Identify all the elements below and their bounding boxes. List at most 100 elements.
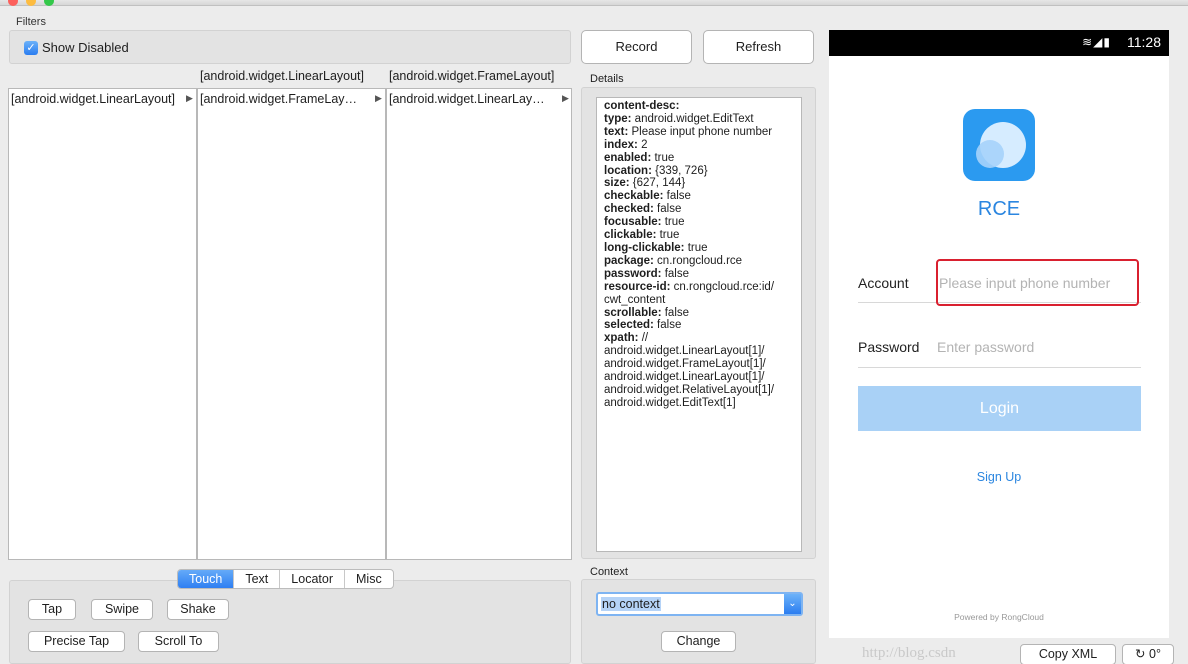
context-label: Context (590, 566, 628, 578)
details-line: cwt_content (604, 294, 797, 307)
tab-touch[interactable]: Touch (178, 570, 235, 588)
expand-arrow-icon: ▶ (375, 93, 382, 103)
details-value: android.widget.FrameLayout[1]/ (604, 358, 766, 371)
details-line: android.widget.RelativeLayout[1]/ (604, 384, 797, 397)
details-value: {339, 726} (651, 164, 708, 177)
watermark-text: http://blog.csdn (862, 645, 956, 661)
expand-arrow-icon: ▶ (186, 93, 193, 103)
filters-label: Filters (16, 16, 46, 28)
details-value: false (653, 203, 682, 216)
rotate-icon: ↻ (1135, 647, 1149, 661)
details-value: Please input phone number (628, 125, 773, 138)
details-value: false (661, 267, 690, 280)
rotation-angle: 0° (1149, 647, 1161, 661)
record-button[interactable]: Record (581, 30, 692, 64)
details-value: true (684, 241, 708, 254)
copy-xml-button[interactable]: Copy XML (1020, 644, 1116, 664)
details-line: type: android.widget.EditText (604, 113, 797, 126)
chevron-down-icon[interactable]: ⌄ (784, 594, 801, 614)
details-line: clickable: true (604, 229, 797, 242)
details-key: location: (604, 164, 652, 177)
details-key: long-clickable: (604, 241, 685, 254)
selected-element-highlight (936, 259, 1139, 306)
details-key: index: (604, 138, 638, 151)
app-logo-icon (963, 109, 1035, 181)
details-line: android.widget.LinearLayout[1]/ (604, 345, 797, 358)
account-label: Account (858, 275, 909, 291)
column-header-3: [android.widget.FrameLayout] (389, 69, 555, 83)
details-value: true (656, 229, 680, 242)
password-underline (858, 367, 1141, 368)
device-screenshot[interactable]: ≋◢▮ 11:28 RCE Account Please input phone… (829, 30, 1169, 638)
details-key: enabled: (604, 151, 652, 164)
details-line: checkable: false (604, 190, 797, 203)
details-line: content-desc: (604, 100, 797, 113)
browser-column-2[interactable]: [android.widget.FrameLay… ▶ (197, 88, 386, 560)
details-line: scrollable: false (604, 307, 797, 320)
scroll-to-button[interactable]: Scroll To (138, 631, 219, 652)
browser-column-1[interactable]: [android.widget.LinearLayout] ▶ (8, 88, 197, 560)
details-line: size: {627, 144} (604, 177, 797, 190)
details-line: long-clickable: true (604, 242, 797, 255)
details-line: package: cn.rongcloud.rce (604, 255, 797, 268)
action-panel: Tap Swipe Shake Precise Tap Scroll To (9, 580, 571, 664)
details-value: // (638, 332, 649, 345)
browser-item-linearlayout-2[interactable]: [android.widget.LinearLay… (389, 92, 545, 106)
details-value: cn.rongcloud.rce:id/ (670, 280, 775, 293)
action-tab-bar: Touch Text Locator Misc (177, 569, 394, 589)
details-key: focusable: (604, 216, 662, 229)
details-line: checked: false (604, 203, 797, 216)
details-value: cwt_content (604, 293, 666, 306)
login-button[interactable]: Login (858, 386, 1141, 431)
details-value: android.widget.LinearLayout[1]/ (604, 345, 765, 358)
details-key: checkable: (604, 190, 664, 203)
change-context-button[interactable]: Change (661, 631, 736, 652)
rotate-button[interactable]: ↻ 0° (1122, 644, 1174, 664)
swipe-button[interactable]: Swipe (91, 599, 153, 620)
details-value: android.widget.EditText[1] (604, 396, 736, 409)
tab-misc[interactable]: Misc (345, 570, 393, 588)
context-select[interactable]: no context ⌄ (596, 592, 803, 616)
show-disabled-label[interactable]: Show Disabled (42, 40, 129, 55)
details-value: true (651, 151, 675, 164)
tap-button[interactable]: Tap (28, 599, 76, 620)
precise-tap-button[interactable]: Precise Tap (28, 631, 125, 652)
details-key: size: (604, 177, 630, 190)
details-value: false (661, 306, 690, 319)
close-window-button[interactable] (8, 0, 18, 6)
details-line: android.widget.EditText[1] (604, 397, 797, 410)
details-text-area[interactable]: content-desc: type: android.widget.EditTe… (596, 97, 802, 552)
browser-item-linearlayout[interactable]: [android.widget.LinearLayout] (11, 92, 175, 106)
browser-item-framelayout[interactable]: [android.widget.FrameLay… (200, 92, 357, 106)
details-line: resource-id: cn.rongcloud.rce:id/ (604, 281, 797, 294)
details-line: selected: false (604, 319, 797, 332)
details-key: scrollable: (604, 306, 662, 319)
password-label: Password (858, 339, 920, 355)
wifi-signal-battery-icon: ≋◢▮ (1082, 35, 1111, 49)
context-panel: no context ⌄ Change (581, 579, 816, 664)
details-value: {627, 144} (629, 177, 686, 190)
tab-locator[interactable]: Locator (280, 570, 345, 588)
signup-link[interactable]: Sign Up (829, 470, 1169, 484)
zoom-window-button[interactable] (44, 0, 54, 6)
password-input[interactable]: Enter password (937, 339, 1034, 355)
show-disabled-checkbox[interactable]: ✓ (24, 41, 38, 55)
details-key: clickable: (604, 229, 657, 242)
browser-column-3[interactable]: [android.widget.LinearLay… ▶ (386, 88, 572, 560)
minimize-window-button[interactable] (26, 0, 36, 6)
details-value: false (663, 190, 691, 203)
details-line: android.widget.LinearLayout[1]/ (604, 371, 797, 384)
shake-button[interactable]: Shake (167, 599, 229, 620)
context-select-value: no context (601, 597, 661, 611)
details-line: focusable: true (604, 216, 797, 229)
details-key: password: (604, 267, 662, 280)
refresh-button[interactable]: Refresh (703, 30, 814, 64)
details-line: text: Please input phone number (604, 126, 797, 139)
tab-text[interactable]: Text (234, 570, 281, 588)
device-status-bar: ≋◢▮ 11:28 (829, 30, 1169, 56)
device-clock: 11:28 (1127, 34, 1161, 50)
details-line: index: 2 (604, 139, 797, 152)
details-value: 2 (637, 138, 648, 151)
details-line: location: {339, 726} (604, 165, 797, 178)
column-header-2: [android.widget.LinearLayout] (200, 69, 365, 83)
